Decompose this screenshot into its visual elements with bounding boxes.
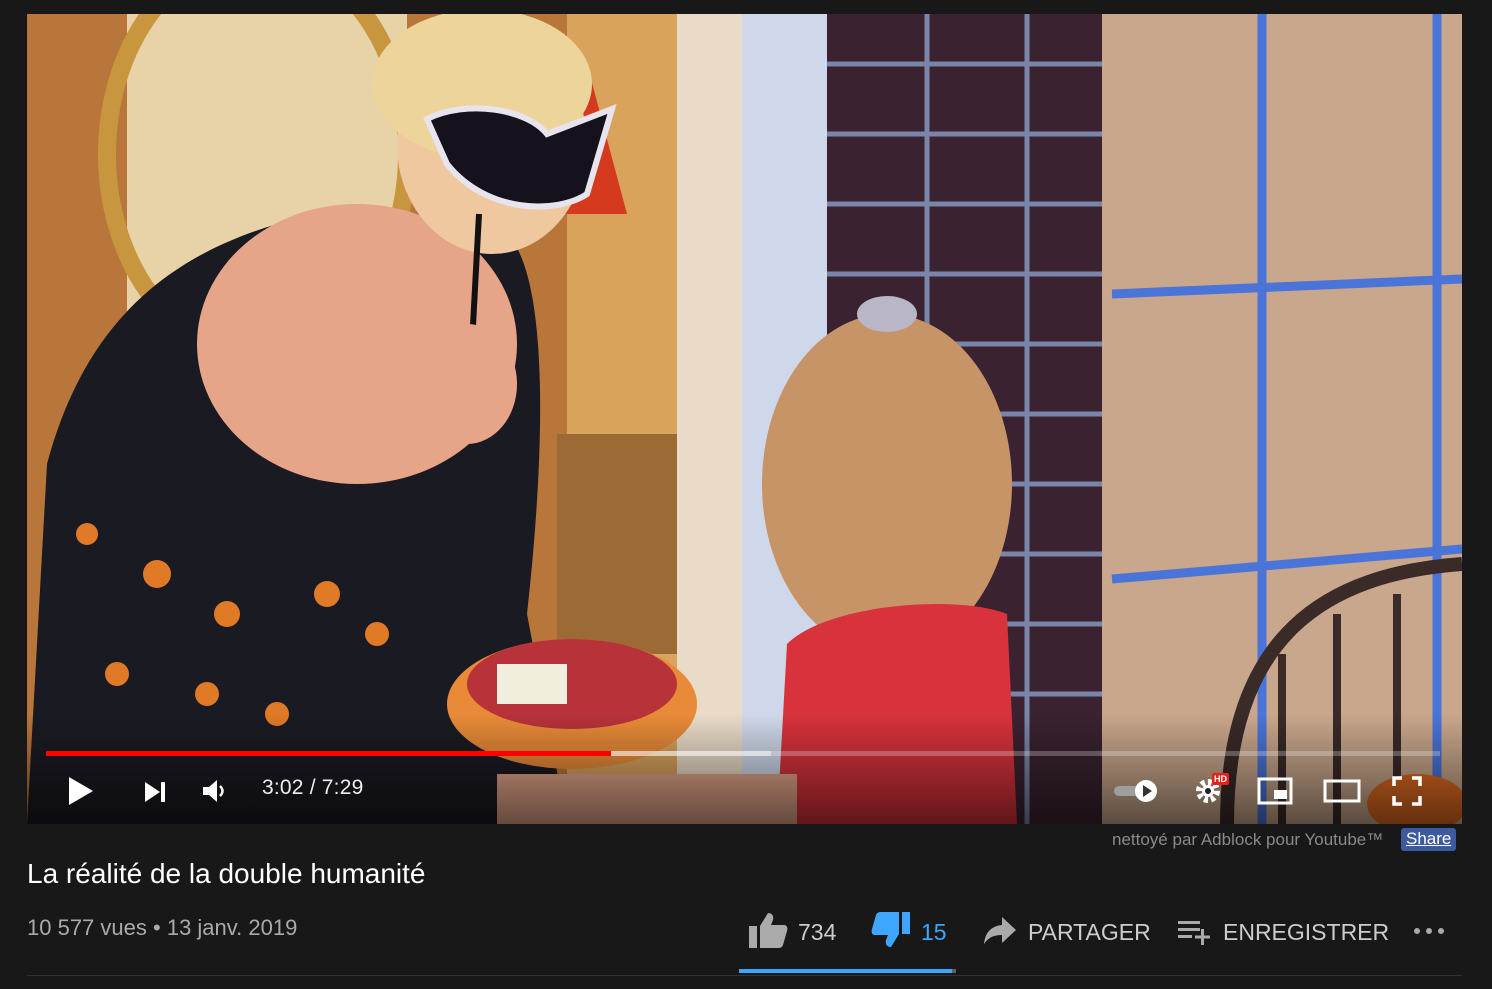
theater-mode-button[interactable] (1321, 777, 1363, 805)
share-label: PARTAGER (1028, 918, 1151, 945)
theater-icon (1322, 778, 1362, 804)
volume-icon (200, 776, 230, 806)
divider (27, 975, 1462, 976)
playlist-add-icon (1177, 915, 1213, 950)
progress-bar[interactable] (46, 751, 1440, 756)
share-button[interactable]: PARTAGER (982, 910, 1151, 954)
fullscreen-icon (1391, 775, 1423, 807)
video-meta: 10 577 vues • 13 janv. 2019 (27, 915, 297, 941)
miniplayer-icon (1256, 776, 1294, 806)
play-button[interactable] (65, 772, 95, 810)
volume-button[interactable] (198, 774, 232, 808)
thumbs-up-icon (748, 911, 788, 954)
played-bar (46, 751, 611, 756)
thumbs-down-icon (871, 911, 911, 954)
fullscreen-button[interactable] (1389, 774, 1425, 808)
like-ratio-fill (739, 969, 952, 973)
adblock-notice: nettoyé par Adblock pour Youtube™ (1112, 830, 1384, 849)
autoplay-toggle-icon (1112, 778, 1162, 804)
share-arrow-icon (982, 915, 1018, 950)
next-icon (142, 779, 168, 805)
autoplay-toggle[interactable] (1112, 778, 1162, 804)
meta-separator: • (153, 915, 161, 940)
time-display: 3:02 / 7:29 (262, 776, 364, 799)
more-icon (1413, 923, 1447, 941)
video-frame[interactable] (27, 14, 1462, 824)
miniplayer-button[interactable] (1255, 775, 1295, 807)
dislike-count: 15 (921, 918, 947, 945)
like-count: 734 (798, 918, 837, 945)
hd-badge: HD (1212, 773, 1229, 785)
like-dislike-ratio-bar (739, 969, 956, 973)
more-actions-button[interactable] (1413, 910, 1447, 954)
save-button[interactable]: ENREGISTRER (1177, 910, 1389, 954)
next-button[interactable] (139, 776, 171, 808)
controls-gradient (27, 714, 1462, 824)
video-title: La réalité de la double humanité (27, 858, 426, 889)
play-icon (65, 775, 95, 807)
video-player[interactable]: 3:02 / 7:29 HD (27, 14, 1462, 824)
like-button[interactable]: 734 (748, 910, 836, 954)
dislike-button[interactable]: 15 (871, 910, 947, 954)
view-count: 10 577 vues (27, 915, 147, 940)
publish-date: 13 janv. 2019 (166, 915, 298, 940)
adblock-share-button[interactable]: Share (1401, 828, 1457, 851)
save-label: ENREGISTRER (1223, 918, 1390, 945)
